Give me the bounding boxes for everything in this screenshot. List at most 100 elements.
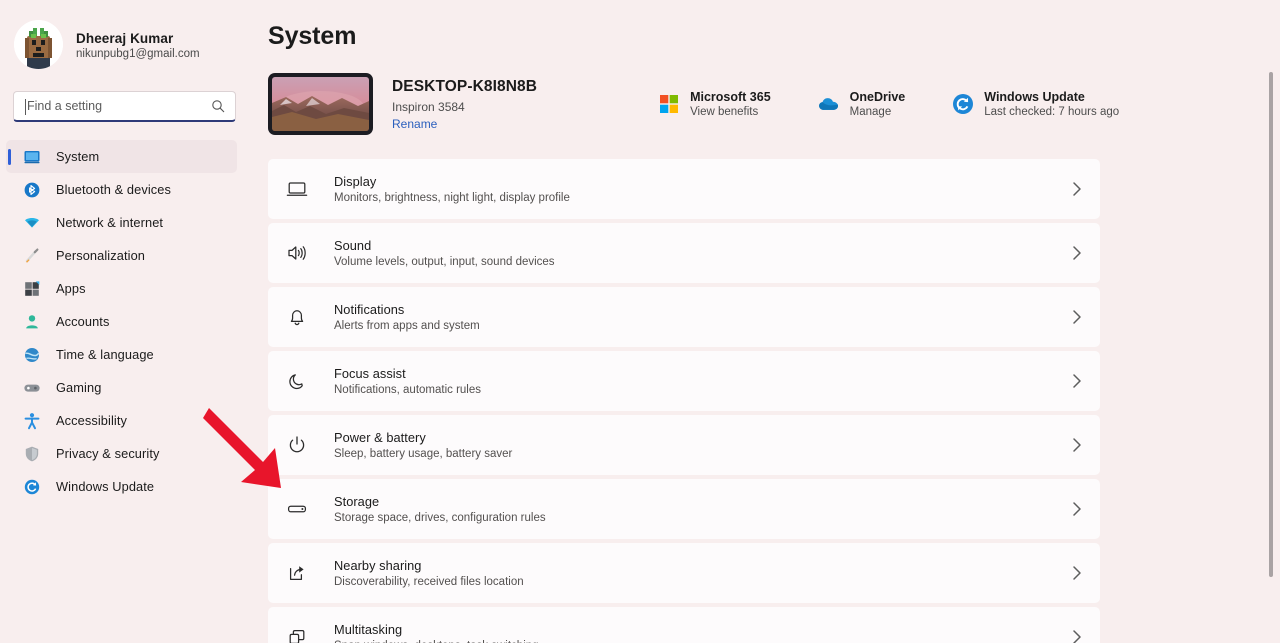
- user-profile[interactable]: Dheeraj Kumar nikunpubg1@gmail.com: [0, 0, 250, 69]
- text-caret: [25, 99, 26, 115]
- sidebar-item-privacy-security[interactable]: Privacy & security: [6, 437, 237, 470]
- sidebar-item-network-internet[interactable]: Network & internet: [6, 206, 237, 239]
- windows-update-icon: [22, 477, 42, 497]
- monitor-icon: [22, 147, 42, 167]
- settings-row-sound[interactable]: Sound Volume levels, output, input, soun…: [268, 223, 1100, 283]
- sidebar-item-label: Personalization: [56, 248, 145, 263]
- speaker-icon: [285, 241, 309, 265]
- quick-link-title: Microsoft 365: [690, 90, 771, 104]
- sidebar-item-label: Apps: [56, 281, 86, 296]
- sidebar-item-label: Network & internet: [56, 215, 164, 230]
- display-monitor-icon: [285, 177, 309, 201]
- sidebar: Dheeraj Kumar nikunpubg1@gmail.com Find …: [0, 0, 250, 643]
- onedrive-cloud-icon: [818, 93, 840, 115]
- settings-window: Dheeraj Kumar nikunpubg1@gmail.com Find …: [0, 0, 1280, 643]
- settings-row-title: Multitasking: [334, 622, 403, 637]
- sidebar-item-label: Time & language: [56, 347, 154, 362]
- power-icon: [285, 433, 309, 457]
- search-input[interactable]: [25, 92, 211, 120]
- windows-update-sync-icon: [952, 93, 974, 115]
- multitasking-windows-icon: [285, 625, 309, 643]
- rename-link[interactable]: Rename: [392, 117, 537, 131]
- sidebar-item-apps[interactable]: Apps: [6, 272, 237, 305]
- settings-row-nearby-sharing[interactable]: Nearby sharing Discoverability, received…: [268, 543, 1100, 603]
- scrollbar-thumb[interactable]: [1269, 72, 1273, 577]
- settings-row-power-battery[interactable]: Power & battery Sleep, battery usage, ba…: [268, 415, 1100, 475]
- chevron-right-icon: [1062, 309, 1092, 325]
- sidebar-nav: System Bluetooth & devices Network & int…: [0, 140, 250, 503]
- gamepad-icon: [22, 378, 42, 398]
- vertical-scrollbar[interactable]: [1265, 0, 1277, 643]
- sidebar-item-label: System: [56, 149, 100, 164]
- chevron-right-icon: [1062, 373, 1092, 389]
- moon-icon: [285, 369, 309, 393]
- settings-row-focus-assist[interactable]: Focus assist Notifications, automatic ru…: [268, 351, 1100, 411]
- settings-row-subtitle: Sleep, battery usage, battery saver: [334, 448, 513, 460]
- quick-link-microsoft-365[interactable]: Microsoft 365 View benefits: [658, 90, 771, 118]
- device-info: DESKTOP-K8I8N8B Inspiron 3584 Rename: [392, 78, 537, 131]
- sidebar-item-bluetooth-devices[interactable]: Bluetooth & devices: [6, 173, 237, 206]
- settings-row-title: Notifications: [334, 302, 405, 317]
- sidebar-item-gaming[interactable]: Gaming: [6, 371, 237, 404]
- settings-row-title: Focus assist: [334, 366, 406, 381]
- microsoft-logo-icon: [658, 93, 680, 115]
- settings-row-title: Sound: [334, 238, 372, 253]
- quick-link-subtitle: Manage: [849, 106, 892, 118]
- settings-row-notifications[interactable]: Notifications Alerts from apps and syste…: [268, 287, 1100, 347]
- search-box[interactable]: [13, 91, 236, 122]
- settings-row-subtitle: Alerts from apps and system: [334, 320, 480, 332]
- sidebar-item-system[interactable]: System: [6, 140, 237, 173]
- settings-row-title: Power & battery: [334, 430, 426, 445]
- sidebar-item-accessibility[interactable]: Accessibility: [6, 404, 237, 437]
- chevron-right-icon: [1062, 565, 1092, 581]
- shield-icon: [22, 444, 42, 464]
- desktop-wallpaper-thumbnail: [268, 73, 373, 135]
- bluetooth-icon: [22, 180, 42, 200]
- chevron-right-icon: [1062, 181, 1092, 197]
- settings-row-subtitle: Volume levels, output, input, sound devi…: [334, 256, 555, 268]
- profile-name: Dheeraj Kumar: [76, 31, 174, 46]
- selection-indicator: [8, 148, 11, 165]
- settings-list: Display Monitors, brightness, night ligh…: [268, 159, 1100, 643]
- accessibility-person-icon: [22, 411, 42, 431]
- quick-link-windows-update[interactable]: Windows Update Last checked: 7 hours ago: [952, 90, 1119, 118]
- settings-row-title: Nearby sharing: [334, 558, 422, 573]
- settings-row-multitasking[interactable]: Multitasking Snap windows, desktops, tas…: [268, 607, 1100, 643]
- sidebar-item-personalization[interactable]: Personalization: [6, 239, 237, 272]
- sidebar-item-time-language[interactable]: Time & language: [6, 338, 237, 371]
- wifi-icon: [22, 213, 42, 233]
- clock-globe-icon: [22, 345, 42, 365]
- avatar: [14, 20, 63, 69]
- settings-row-display[interactable]: Display Monitors, brightness, night ligh…: [268, 159, 1100, 219]
- settings-row-subtitle: Notifications, automatic rules: [334, 384, 482, 396]
- sidebar-item-label: Bluetooth & devices: [56, 182, 172, 197]
- bell-icon: [285, 305, 309, 329]
- settings-row-subtitle: Monitors, brightness, night light, displ…: [334, 192, 570, 204]
- settings-row-storage[interactable]: Storage Storage space, drives, configura…: [268, 479, 1100, 539]
- device-summary: DESKTOP-K8I8N8B Inspiron 3584 Rename Mic…: [250, 51, 1280, 135]
- settings-row-subtitle: Storage space, drives, configuration rul…: [334, 512, 546, 524]
- quick-link-subtitle: Last checked: 7 hours ago: [984, 106, 1120, 118]
- search-icon: [211, 99, 225, 113]
- settings-row-title: Storage: [334, 494, 380, 509]
- chevron-right-icon: [1062, 437, 1092, 453]
- chevron-right-icon: [1062, 501, 1092, 517]
- quick-link-subtitle: View benefits: [690, 106, 759, 118]
- sidebar-item-windows-update[interactable]: Windows Update: [6, 470, 237, 503]
- quick-link-title: Windows Update: [984, 90, 1085, 104]
- settings-row-subtitle: Discoverability, received files location: [334, 576, 524, 588]
- share-icon: [285, 561, 309, 585]
- sidebar-item-label: Accessibility: [56, 413, 127, 428]
- main-content: System DESKTOP-K8I8N8B Inspiron 3584 Ren…: [250, 0, 1280, 643]
- profile-email: nikunpubg1@gmail.com: [76, 48, 200, 60]
- search-container: [0, 69, 250, 122]
- chevron-right-icon: [1062, 245, 1092, 261]
- chevron-right-icon: [1062, 629, 1092, 643]
- sidebar-item-accounts[interactable]: Accounts: [6, 305, 237, 338]
- device-model: Inspiron 3584: [392, 99, 465, 114]
- sidebar-item-label: Gaming: [56, 380, 102, 395]
- device-name: DESKTOP-K8I8N8B: [392, 77, 538, 95]
- sidebar-item-label: Accounts: [56, 314, 110, 329]
- quick-link-onedrive[interactable]: OneDrive Manage: [818, 90, 905, 118]
- settings-row-title: Display: [334, 174, 377, 189]
